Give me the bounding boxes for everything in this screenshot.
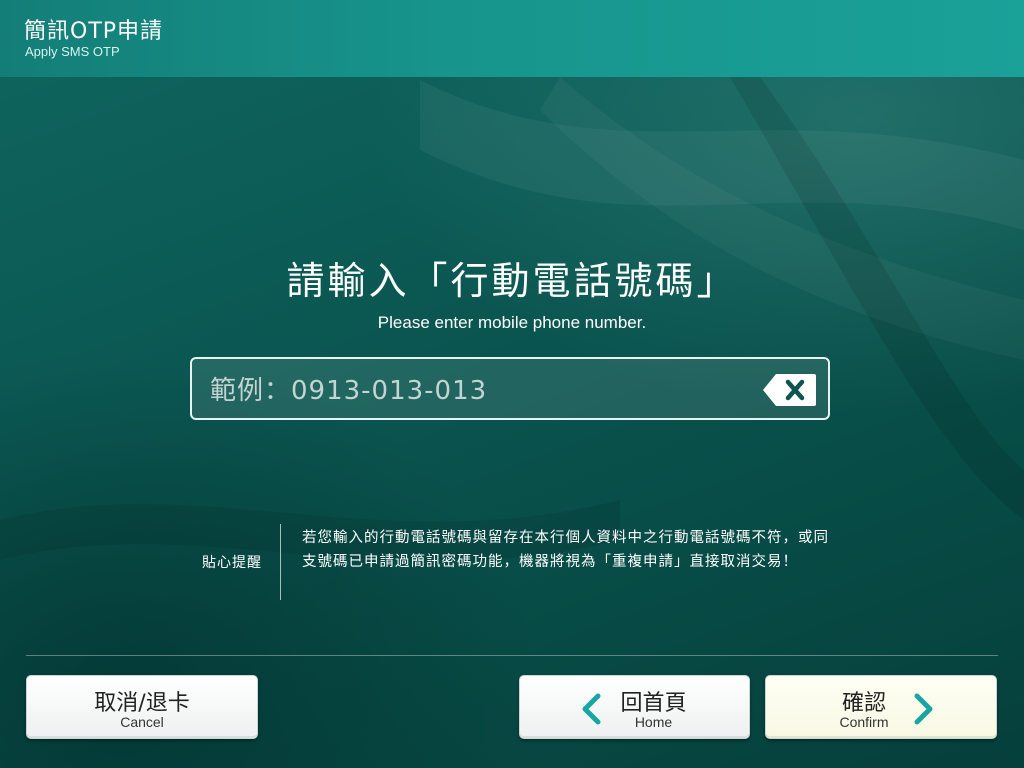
phone-input-box	[190, 357, 830, 420]
notice-label: 貼心提醒	[202, 555, 262, 571]
cancel-button-sublabel: Cancel	[120, 714, 164, 730]
home-button-label: 回首頁	[620, 691, 687, 716]
backspace-clear-icon	[763, 374, 816, 406]
home-button[interactable]: 回首頁 Home	[519, 675, 750, 739]
confirm-button[interactable]: 確認 Confirm	[765, 675, 997, 739]
clear-button[interactable]	[762, 372, 818, 408]
notice-divider	[280, 524, 281, 600]
chevron-right-icon	[914, 693, 933, 725]
phone-number-input[interactable]	[208, 373, 752, 409]
cancel-button-label: 取消/退卡	[94, 691, 190, 716]
page-subtitle: Apply SMS OTP	[25, 44, 120, 59]
header-bar: 簡訊OTP申請 Apply SMS OTP	[0, 0, 1024, 77]
cancel-button[interactable]: 取消/退卡 Cancel	[26, 675, 258, 739]
notice-text: 若您輸入的行動電話號碼與留存在本行個人資料中之行動電話號碼不符，或同支號碼已申請…	[302, 530, 829, 570]
page-title: 簡訊OTP申請	[24, 19, 164, 44]
home-button-sublabel: Home	[634, 714, 673, 730]
footer-divider	[26, 655, 998, 656]
prompt-subtitle: Please enter mobile phone number.	[377, 313, 647, 332]
prompt-title: 請輸入「行動電話號碼」	[286, 259, 738, 303]
